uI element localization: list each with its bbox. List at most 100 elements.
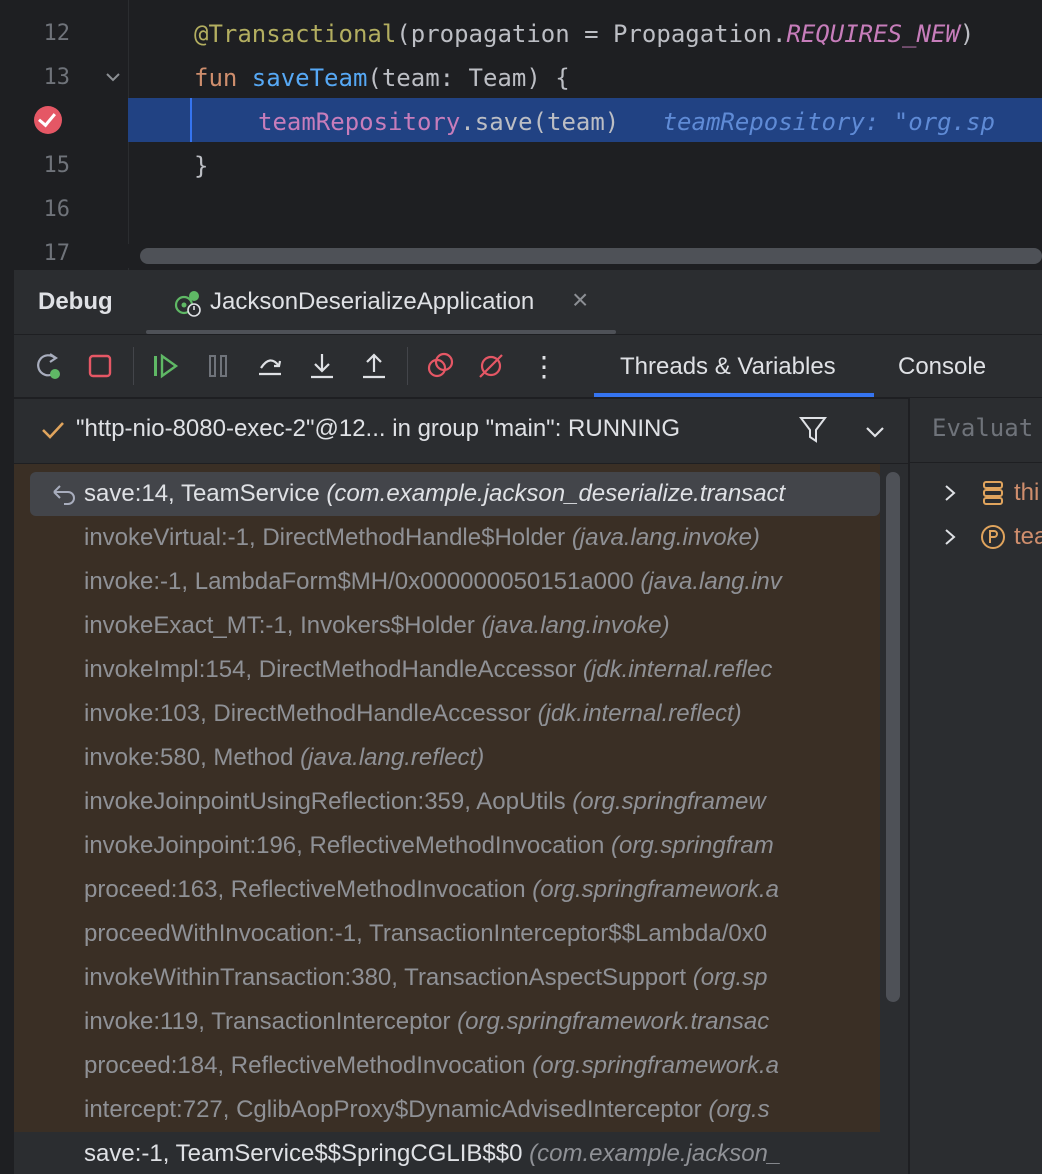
frame-row[interactable]: invoke:119, TransactionInterceptor (org.… (14, 1000, 880, 1044)
active-tab-underline (594, 393, 874, 397)
breakpoint-icon[interactable] (34, 106, 62, 134)
frame-package: (java.lang.inv (640, 568, 782, 595)
session-tab[interactable]: JacksonDeserializeApplication × (146, 270, 616, 334)
frame-package: (java.lang.invoke) (571, 524, 760, 551)
view-breakpoints-button[interactable] (421, 347, 459, 385)
debug-tool-window-header: Debug JacksonDeserializeApplication × (14, 270, 1042, 335)
frame-method: invoke:-1, LambdaForm$MH/0x000000050151a… (84, 568, 641, 595)
debug-toolbar: ⋮ Threads & Variables Console (14, 335, 1042, 397)
frame-row[interactable]: invoke:103, DirectMethodHandleAccessor (… (14, 692, 880, 736)
frames-scrollbar[interactable] (880, 464, 908, 1174)
frame-row[interactable]: proceedWithInvocation:-1, TransactionInt… (14, 912, 880, 956)
frame-method: invokeImpl:154, DirectMethodHandleAccess… (84, 656, 583, 683)
rerun-icon (37, 353, 60, 379)
stop-button[interactable] (81, 347, 119, 385)
editor-gutter[interactable]: 12 13 15 16 17 (0, 0, 129, 270)
code-line-12[interactable]: @Transactional(propagation = Propagation… (194, 12, 974, 56)
frame-row[interactable]: proceed:184, ReflectiveMethodInvocation … (14, 1044, 880, 1088)
filter-icon[interactable] (798, 413, 828, 445)
fold-chevron-icon[interactable] (104, 68, 122, 86)
frame-method: invoke:119, TransactionInterceptor (84, 1008, 458, 1035)
code-line-14[interactable]: teamRepository.save(team) teamRepository… (258, 100, 995, 144)
code-token: .save(team) (460, 108, 620, 136)
line-number: 13 (43, 65, 71, 90)
execution-point-marker (190, 98, 192, 142)
frame-method: proceed:184, ReflectiveMethodInvocation (84, 1052, 533, 1079)
evaluate-expression-input[interactable]: Evaluat (932, 414, 1033, 442)
constant-token: REQUIRES_NEW (786, 20, 960, 48)
more-options-icon[interactable]: ⋮ (525, 347, 563, 385)
frame-method: invokeWithinTransaction:380, Transaction… (84, 964, 693, 991)
frame-row[interactable]: proceed:163, ReflectiveMethodInvocation … (14, 868, 880, 912)
code-line-13[interactable]: fun saveTeam(team: Team) { (194, 56, 570, 100)
property-token: teamRepository (258, 108, 461, 136)
variable-row-this[interactable]: thi (910, 471, 1042, 515)
line-number: 15 (43, 153, 71, 178)
frame-package: (java.lang.invoke) (481, 612, 670, 639)
variables-panel: Evaluat thi tea (910, 398, 1042, 1174)
scrollbar-thumb[interactable] (886, 472, 900, 1002)
frame-package: (org.springframework.a (532, 876, 780, 903)
step-into-button[interactable] (303, 347, 341, 385)
frame-method: save:14, TeamService (84, 480, 327, 507)
mute-breakpoints-button[interactable] (472, 347, 510, 385)
step-out-icon (363, 353, 385, 379)
variables-tree[interactable]: thi tea (910, 462, 1042, 1174)
code-token: ) (959, 20, 975, 48)
debug-title: Debug (38, 288, 113, 315)
frame-row[interactable]: invokeJoinpoint:196, ReflectiveMethodInv… (14, 824, 880, 868)
pause-button[interactable] (199, 347, 237, 385)
check-icon (42, 422, 64, 439)
code-editor[interactable]: 12 13 15 16 17 @Transactional(propagatio… (0, 0, 1042, 270)
frame-method: invoke:103, DirectMethodHandleAccessor (84, 700, 538, 727)
mute-breakpoints-icon (479, 354, 503, 378)
rerun-debug-button[interactable] (30, 347, 68, 385)
frame-row[interactable]: intercept:727, CglibAopProxy$DynamicAdvi… (14, 1088, 880, 1132)
frame-row[interactable]: invoke:-1, LambdaForm$MH/0x000000050151a… (14, 560, 880, 604)
code-line-15[interactable]: } (194, 144, 208, 188)
code-token: (team: Team) { (367, 64, 570, 92)
tab-threads-variables[interactable]: Threads & Variables (620, 345, 836, 389)
frame-package: (jdk.internal.reflect) (537, 700, 742, 727)
frame-method: invokeJoinpointUsingReflection:359, AopU… (84, 788, 573, 815)
frame-method: intercept:727, CglibAopProxy$DynamicAdvi… (84, 1096, 709, 1123)
frame-row[interactable]: invokeExact_MT:-1, Invokers$Holder (java… (14, 604, 880, 648)
annotation-token: @Transactional (194, 20, 397, 48)
variable-row-team[interactable]: tea (910, 515, 1042, 559)
frame-package: (com.example.jackson_ (529, 1140, 782, 1167)
frame-method: proceedWithInvocation:-1, TransactionInt… (84, 920, 768, 947)
frame-row[interactable]: invokeJoinpointUsingReflection:359, AopU… (14, 780, 880, 824)
resume-icon (154, 353, 179, 379)
function-name-token: saveTeam (251, 64, 368, 92)
frame-package: (org.springframew (572, 788, 766, 815)
thread-selector[interactable]: "http-nio-8080-exec-2"@12... in group "m… (14, 398, 908, 464)
frame-row[interactable]: invokeVirtual:-1, DirectMethodHandle$Hol… (14, 516, 880, 560)
variable-name: tea (1014, 523, 1042, 550)
code-token: (propagation = Propagation. (396, 20, 787, 48)
frame-row-current[interactable]: save:14, TeamService (com.example.jackso… (30, 472, 880, 516)
frames-list[interactable]: save:14, TeamService (com.example.jackso… (14, 464, 880, 1174)
frame-row[interactable]: invokeImpl:154, DirectMethodHandleAccess… (14, 648, 880, 692)
frame-row[interactable]: invoke:580, Method (java.lang.reflect) (14, 736, 880, 780)
return-icon (53, 485, 75, 505)
session-tab-label: JacksonDeserializeApplication (210, 288, 535, 315)
resume-button[interactable] (146, 347, 184, 385)
chevron-down-icon[interactable] (862, 419, 888, 445)
parameter-icon (981, 525, 1005, 549)
field-list-icon (983, 481, 1003, 505)
frame-row[interactable]: save:-1, TeamService$$SpringCGLIB$$0 (co… (14, 1132, 880, 1174)
close-icon[interactable]: × (572, 284, 588, 316)
horizontal-scrollbar[interactable] (128, 244, 1042, 268)
frame-package: (java.lang.reflect) (300, 744, 485, 771)
step-over-button[interactable] (251, 347, 289, 385)
frame-row[interactable]: invokeWithinTransaction:380, Transaction… (14, 956, 880, 1000)
tab-console[interactable]: Console (898, 345, 986, 389)
debug-session-icon (174, 291, 201, 317)
chevron-right-icon[interactable] (940, 525, 960, 549)
toolbar-separator (407, 347, 408, 385)
frame-package: (org.springframework.transac (457, 1008, 770, 1035)
step-out-button[interactable] (355, 347, 393, 385)
chevron-right-icon[interactable] (940, 481, 960, 505)
frame-method: invokeJoinpoint:196, ReflectiveMethodInv… (84, 832, 611, 859)
scrollbar-thumb[interactable] (140, 248, 1042, 264)
